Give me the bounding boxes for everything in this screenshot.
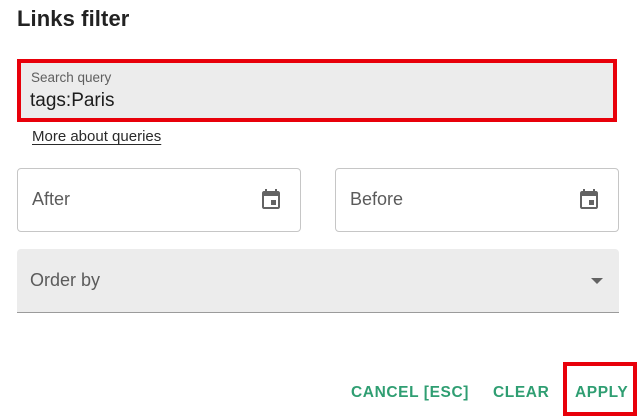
clear-button[interactable]: CLEAR [493,384,549,402]
calendar-icon[interactable] [577,188,601,212]
order-by-label: Order by [30,270,101,290]
after-date-label: After [32,189,71,209]
before-date-field[interactable]: Before [335,168,619,232]
order-by-select[interactable]: Order by [17,249,619,313]
cancel-button[interactable]: CANCEL [ESC] [351,384,469,402]
dropdown-arrow-icon[interactable] [591,278,603,284]
before-date-label: Before [350,189,404,209]
search-query-field[interactable]: Search query tags:Paris [17,59,617,122]
search-query-input[interactable]: tags:Paris [30,90,114,112]
more-about-queries-link[interactable]: More about queries [32,128,161,145]
after-date-field[interactable]: After [17,168,301,232]
calendar-icon[interactable] [259,188,283,212]
search-query-label: Search query [31,70,112,85]
dialog-title: Links filter [17,6,130,31]
apply-button[interactable]: APPLY [575,384,628,402]
